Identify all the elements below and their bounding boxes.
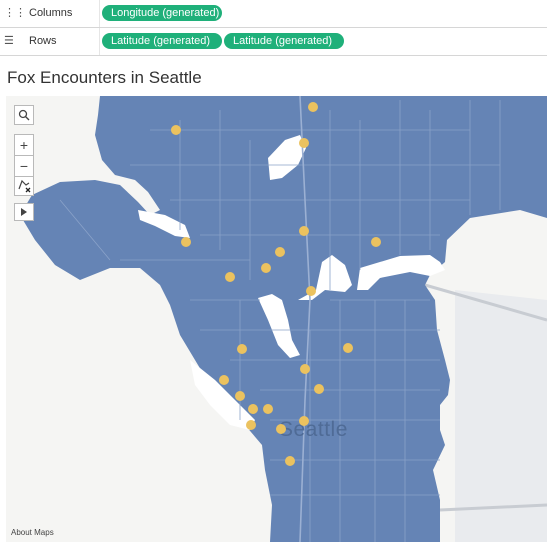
- rows-shelf-icon: ☰: [4, 34, 14, 47]
- viz-title: Fox Encounters in Seattle: [7, 68, 202, 87]
- rows-shelf-label: Rows: [29, 35, 57, 47]
- play-icon[interactable]: [14, 203, 34, 221]
- shelf-divider: [99, 28, 100, 55]
- longitude-pill[interactable]: Longitude (generated): [102, 5, 222, 21]
- city-label: Seattle: [279, 418, 348, 441]
- columns-shelf-label: Columns: [29, 7, 73, 19]
- seattle-map[interactable]: [6, 96, 547, 542]
- latitude-pill[interactable]: Latitude (generated): [102, 33, 222, 49]
- map-view[interactable]: Seattle + − About Maps: [6, 96, 547, 542]
- map-attribution[interactable]: About Maps: [11, 528, 54, 537]
- columns-shelf-icon: ⋮⋮: [4, 6, 26, 19]
- search-icon[interactable]: [14, 105, 34, 125]
- columns-shelf: ⋮⋮ Columns Longitude (generated): [0, 0, 547, 28]
- shelf-divider: [99, 0, 100, 27]
- zoom-in-icon[interactable]: +: [14, 134, 34, 155]
- rows-shelf: ☰ Rows Latitude (generated) Latitude (ge…: [0, 28, 547, 56]
- latitude-pill[interactable]: Latitude (generated): [224, 33, 344, 49]
- zoom-out-icon[interactable]: −: [14, 155, 34, 176]
- pan-select-icon[interactable]: [14, 176, 34, 196]
